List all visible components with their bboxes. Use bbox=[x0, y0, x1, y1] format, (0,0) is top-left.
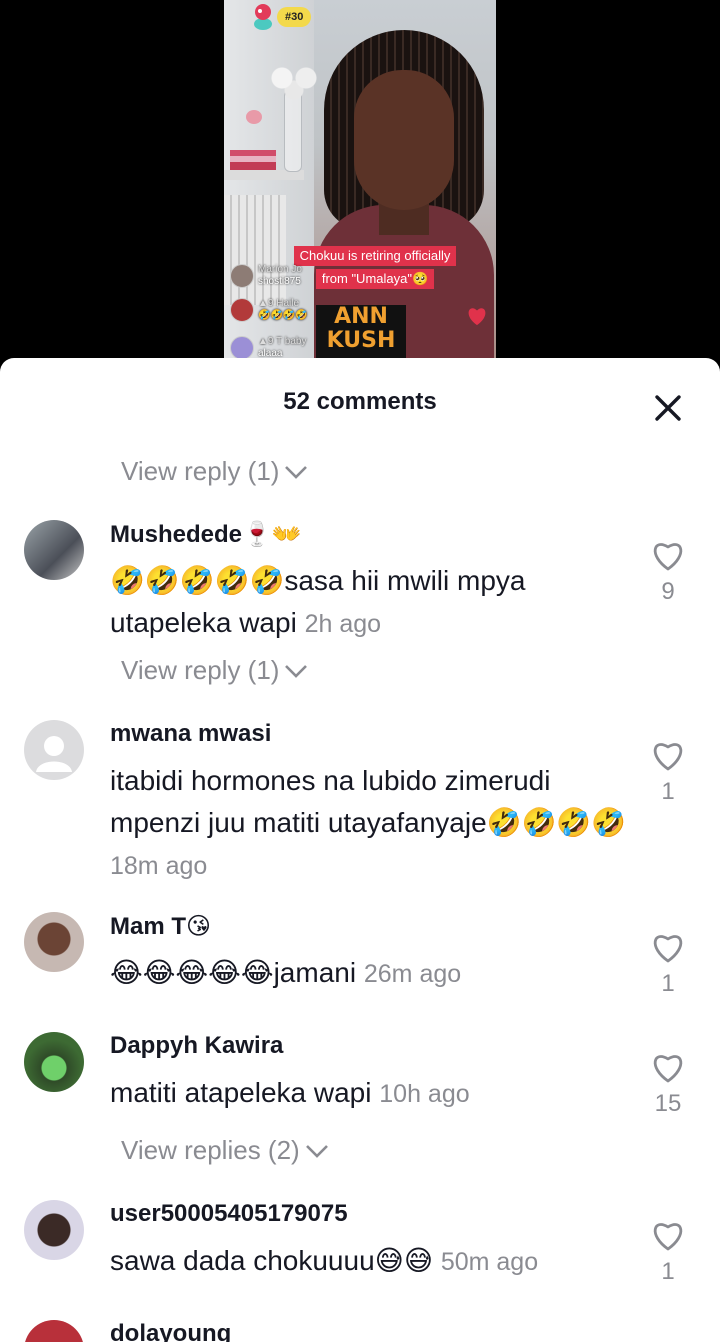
avatar bbox=[230, 298, 254, 322]
live-comment-text: shosti875 bbox=[258, 276, 301, 287]
like-count: 9 bbox=[661, 578, 675, 605]
sheet-header: 52 comments bbox=[0, 358, 720, 448]
video-background bbox=[284, 90, 302, 172]
gift-logo: ANN KUSH bbox=[316, 305, 406, 360]
live-comment-name: ▲9 Haile bbox=[258, 298, 300, 309]
comments-count-title: 52 comments bbox=[283, 388, 437, 415]
video-background bbox=[230, 150, 276, 170]
caption-line: Chokuu is retiring officially bbox=[293, 246, 457, 266]
live-comment-name: Marion Jo bbox=[258, 264, 302, 275]
avatar bbox=[230, 264, 254, 288]
avatar[interactable] bbox=[24, 1320, 84, 1342]
comment-text: matiti atapeleka wapi 10h ago bbox=[110, 1072, 630, 1115]
video-caption: Chokuu is retiring officially from "Umal… bbox=[280, 246, 470, 292]
comment-time: 2h ago bbox=[304, 610, 382, 638]
default-avatar-icon bbox=[36, 736, 72, 772]
live-comment-name: ▲9 T baby bbox=[258, 336, 307, 347]
like-button[interactable]: 1 bbox=[648, 930, 688, 998]
view-reply-label: View reply (1) bbox=[121, 456, 280, 486]
like-count: 1 bbox=[661, 1258, 675, 1285]
avatar[interactable] bbox=[24, 720, 84, 780]
like-button[interactable]: 15 bbox=[648, 1050, 688, 1118]
comment-username[interactable]: Mam T😘 bbox=[110, 912, 211, 941]
view-replies-button[interactable]: View replies (2) bbox=[121, 1135, 330, 1166]
comments-sheet: 52 comments View reply (1) Mushedede🍷👐 🤣… bbox=[0, 358, 720, 1342]
caption-line: from "Umalaya"🥺 bbox=[315, 269, 435, 289]
live-comment-text: 🤣🤣🤣🤣 bbox=[258, 310, 308, 321]
mascot-icon bbox=[254, 4, 272, 30]
heart-outline-icon bbox=[653, 743, 683, 771]
heart-icon[interactable] bbox=[466, 306, 488, 326]
heart-outline-icon bbox=[653, 1223, 683, 1251]
like-button[interactable]: 1 bbox=[648, 738, 688, 806]
avatar[interactable] bbox=[24, 520, 84, 580]
close-icon bbox=[655, 395, 681, 421]
chevron-down-icon bbox=[285, 664, 308, 678]
like-count: 1 bbox=[661, 970, 675, 997]
video-background bbox=[264, 62, 324, 102]
comment-username[interactable]: Mushedede🍷👐 bbox=[110, 520, 302, 549]
avatar[interactable] bbox=[24, 1032, 84, 1092]
like-button[interactable]: 1 bbox=[648, 1218, 688, 1286]
chevron-down-icon bbox=[305, 1144, 328, 1158]
comment-text: itabidi hormones na lubido zimerudi mpen… bbox=[110, 760, 630, 887]
comment-text: sawa dada chokuuuu😅😅 50m ago bbox=[110, 1240, 630, 1283]
avatar bbox=[230, 336, 254, 360]
comment-time: 18m ago bbox=[110, 852, 208, 880]
comment-body: 😂😂😂😂😂jamani bbox=[110, 957, 357, 988]
comment-time: 10h ago bbox=[379, 1080, 470, 1108]
comment-text: 😂😂😂😂😂jamani 26m ago bbox=[110, 952, 630, 995]
like-button[interactable]: 9 bbox=[648, 538, 688, 606]
close-button[interactable] bbox=[648, 388, 688, 428]
comment-time: 26m ago bbox=[363, 960, 462, 988]
avatar[interactable] bbox=[24, 912, 84, 972]
live-comment: ▲9 T baby alaaa bbox=[230, 336, 306, 360]
view-replies-label: View replies (2) bbox=[121, 1135, 300, 1165]
avatar[interactable] bbox=[24, 1200, 84, 1260]
video-background bbox=[224, 195, 286, 305]
view-reply-button[interactable]: View reply (1) bbox=[121, 456, 309, 487]
like-count: 1 bbox=[661, 778, 675, 805]
comment-body: itabidi hormones na lubido zimerudi mpen… bbox=[110, 765, 627, 838]
gift-logo-text: ANN KUSH bbox=[326, 304, 396, 353]
comment-username[interactable]: dolayoung bbox=[110, 1320, 231, 1342]
comment-time: 50m ago bbox=[440, 1248, 539, 1276]
view-reply-label: View reply (1) bbox=[121, 655, 280, 685]
chevron-down-icon bbox=[285, 465, 308, 479]
comment-body: sawa dada chokuuuu😅😅 bbox=[110, 1245, 434, 1276]
live-comment: Marion Jo shosti875 bbox=[230, 264, 302, 288]
like-count: 15 bbox=[654, 1090, 682, 1117]
heart-outline-icon bbox=[653, 1055, 683, 1083]
heart-outline-icon bbox=[653, 935, 683, 963]
live-comment: ▲9 Haile 🤣🤣🤣🤣 bbox=[230, 298, 308, 322]
comment-username[interactable]: mwana mwasi bbox=[110, 720, 271, 748]
comment-text: 🤣🤣🤣🤣🤣sasa hii mwili mpya utapeleka wapi … bbox=[110, 560, 630, 645]
comment-username[interactable]: user50005405179075 bbox=[110, 1200, 348, 1228]
heart-outline-icon bbox=[653, 543, 683, 571]
comment-body: matiti atapeleka wapi bbox=[110, 1077, 372, 1108]
view-reply-button[interactable]: View reply (1) bbox=[121, 655, 309, 686]
comment-username[interactable]: Dappyh Kawira bbox=[110, 1032, 283, 1060]
video-background bbox=[246, 110, 262, 124]
rank-badge[interactable]: #30 bbox=[277, 7, 312, 27]
